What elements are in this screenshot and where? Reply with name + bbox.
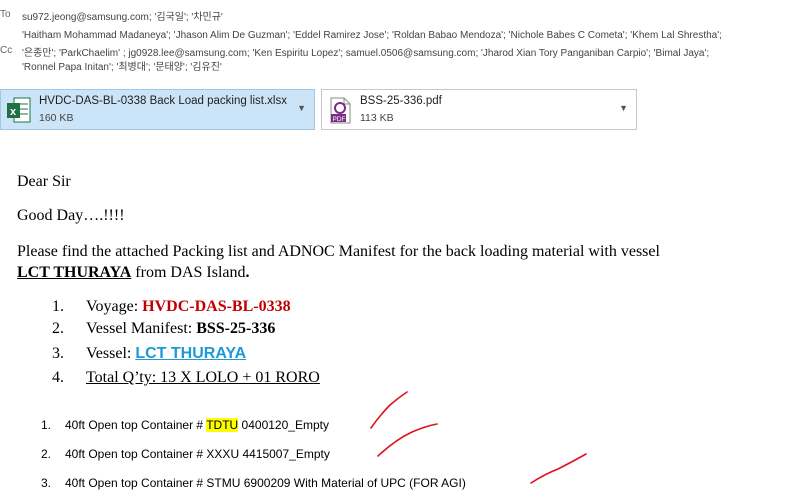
container-item: 1. 40ft Open top Container # TDTU 0400120… (41, 418, 329, 432)
to-label: To (0, 9, 11, 20)
container-number: 2. (41, 447, 52, 461)
container-text: 40ft Open top Container # XXXU 4415007_E… (65, 447, 330, 461)
list-label: Voyage: (86, 298, 143, 315)
check-mark (370, 391, 408, 429)
email-header: To su972.jeong@samsung.com; '김국일'; '차민규'… (0, 0, 793, 140)
cc-recipients-line-3[interactable]: 'Ronnel Papa Initan'; '최병대'; '문태양'; '김유진… (22, 58, 222, 73)
cc-label: Cc (0, 45, 13, 56)
voyage-value: HVDC-DAS-BL-0338 (142, 298, 291, 315)
list-number: 4. (52, 369, 64, 386)
list-item: 4. Total Q’ty: 13 X LOLO + 01 RORO (52, 369, 320, 387)
vessel-name: LCT THURAYA (17, 264, 132, 281)
attachment-name: HVDC-DAS-BL-0338 Back Load packing list.… (39, 95, 287, 107)
chevron-down-icon[interactable]: ▼ (297, 103, 306, 113)
intro-line-2: LCT THURAYA from DAS Island. (17, 264, 250, 282)
to-recipients[interactable]: su972.jeong@samsung.com; '김국일'; '차민규' (22, 8, 223, 23)
list-item: 1. Voyage: HVDC-DAS-BL-0338 (52, 298, 291, 316)
list-item: 2. Vessel Manifest: BSS-25-336 (52, 320, 275, 338)
attachment-name: BSS-25-336.pdf (360, 95, 442, 107)
attachment-pdf[interactable]: PDF BSS-25-336.pdf 113 KB ▼ (321, 89, 637, 130)
check-mark (530, 453, 587, 484)
pdf-icon: PDF (328, 97, 352, 124)
svg-text:PDF: PDF (333, 116, 346, 123)
manifest-value: BSS-25-336 (196, 320, 276, 337)
intro-line: Please find the attached Packing list an… (17, 243, 660, 260)
excel-icon: x (7, 97, 31, 124)
check-mark (377, 423, 438, 457)
vessel-link[interactable]: LCT THURAYA (135, 345, 246, 362)
container-text: 40ft Open top Container # (65, 418, 207, 432)
attachment-xlsx[interactable]: x HVDC-DAS-BL-0338 Back Load packing lis… (0, 89, 315, 130)
from-text: from DAS Island (131, 264, 246, 281)
list-item: 3. Vessel: LCT THURAYA (52, 345, 246, 363)
cc-recipients-line-1[interactable]: 'Haitham Mohammad Madaneya'; 'Jhason Ali… (22, 30, 722, 41)
greeting: Dear Sir (17, 173, 71, 190)
good-day-line: Good Day….!!!! (17, 207, 125, 224)
svg-text:x: x (10, 106, 17, 118)
period: . (245, 264, 250, 281)
list-label: Vessel Manifest: (86, 320, 197, 337)
container-suffix: 0400120_Empty (238, 418, 329, 432)
list-number: 3. (52, 345, 64, 362)
highlighted-code: TDTU (206, 418, 239, 432)
chevron-down-icon[interactable]: ▼ (619, 103, 628, 113)
attachment-size: 160 KB (39, 112, 74, 124)
container-number: 1. (41, 418, 52, 432)
list-label: Vessel: (86, 345, 136, 362)
cc-recipients-line-2[interactable]: '은종만'; 'ParkChaelim' ; jg0928.lee@samsun… (22, 44, 709, 59)
list-label: Total Q’ty: 13 X LOLO + 01 RORO (86, 369, 320, 386)
container-item: 2. 40ft Open top Container # XXXU 4415007… (41, 447, 330, 461)
container-text: 40ft Open top Container # STMU 6900209 W… (65, 476, 466, 490)
list-number: 1. (52, 298, 64, 315)
container-item: 3. 40ft Open top Container # STMU 6900209… (41, 476, 466, 490)
container-number: 3. (41, 476, 52, 490)
list-number: 2. (52, 320, 64, 337)
attachment-size: 113 KB (360, 112, 394, 124)
